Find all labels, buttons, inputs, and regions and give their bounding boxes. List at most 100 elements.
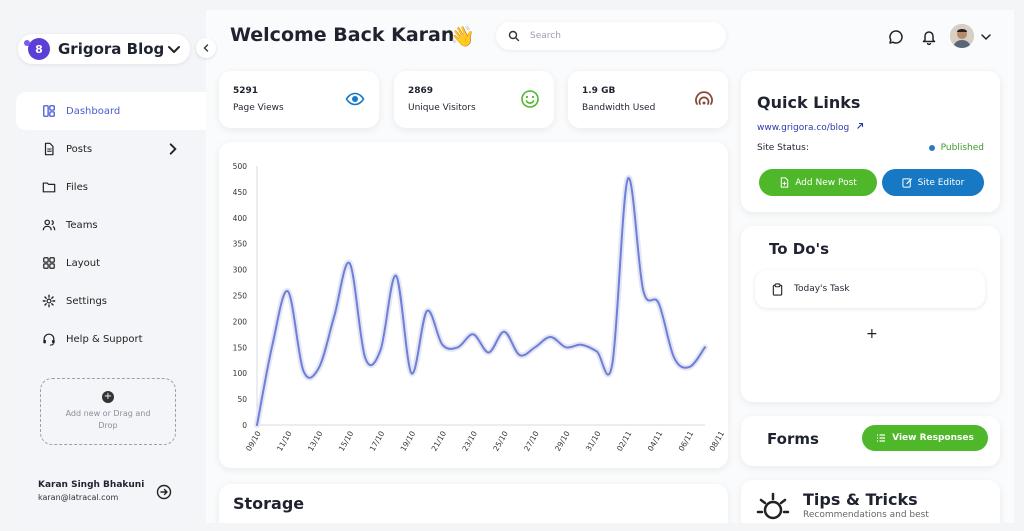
site-status-value: Published bbox=[940, 143, 984, 153]
app-window: 8 Grigora Blog Dashboard Posts Files Tea… bbox=[8, 10, 1014, 523]
brand-name: Grigora Blog bbox=[58, 40, 165, 58]
x-tick-label: 08/11 bbox=[708, 429, 727, 452]
brand-logo: 8 bbox=[24, 38, 50, 60]
x-tick-label: 23/10 bbox=[460, 429, 479, 452]
x-tick-label: 17/10 bbox=[368, 429, 387, 452]
dropzone-label: Add new or Drag and Drop bbox=[65, 409, 151, 430]
view-responses-button[interactable]: View Responses bbox=[862, 425, 988, 451]
y-tick-label: 300 bbox=[233, 266, 248, 275]
site-status-badge: Published bbox=[928, 143, 984, 153]
y-tick-label: 400 bbox=[233, 214, 248, 223]
todo-card: To Do's Today's Task + bbox=[741, 226, 1000, 402]
sidebar-item-label: Settings bbox=[66, 295, 108, 307]
quick-links-title: Quick Links bbox=[757, 93, 861, 112]
bell-icon[interactable] bbox=[921, 29, 937, 45]
chat-icon[interactable] bbox=[888, 29, 904, 45]
add-new-post-button[interactable]: Add New Post bbox=[759, 169, 877, 196]
stat-card-page-views: 5291 Page Views bbox=[219, 71, 379, 128]
forms-card: Forms View Responses bbox=[741, 416, 1000, 466]
chevron-down-icon bbox=[168, 46, 180, 53]
edit-icon bbox=[902, 178, 912, 188]
sidebar-item-help[interactable]: Help & Support bbox=[16, 320, 206, 358]
eye-icon bbox=[345, 92, 365, 106]
x-tick-label: 25/10 bbox=[491, 429, 510, 452]
wave-icon: 👋 bbox=[450, 24, 475, 48]
stat-card-bandwidth: 1.9 GB Bandwidth Used bbox=[568, 71, 728, 128]
x-tick-label: 27/10 bbox=[522, 429, 541, 452]
stat-value: 1.9 GB bbox=[582, 86, 616, 96]
view-responses-label: View Responses bbox=[892, 433, 974, 443]
x-tick-label: 04/11 bbox=[646, 429, 665, 452]
y-tick-label: 200 bbox=[233, 317, 248, 326]
stat-label: Unique Visitors bbox=[408, 103, 476, 113]
sidebar-item-teams[interactable]: Teams bbox=[16, 206, 206, 244]
sidebar-item-dashboard[interactable]: Dashboard bbox=[16, 92, 206, 130]
grid-icon bbox=[43, 257, 55, 269]
sidebar-item-posts[interactable]: Posts bbox=[16, 130, 206, 168]
y-tick-label: 250 bbox=[233, 292, 248, 301]
headset-icon bbox=[43, 333, 55, 346]
document-icon bbox=[44, 142, 54, 156]
chevron-left-icon bbox=[203, 44, 209, 52]
stat-label: Bandwidth Used bbox=[582, 103, 656, 113]
sidebar-item-label: Files bbox=[66, 181, 88, 193]
x-tick-label: 13/10 bbox=[306, 429, 325, 452]
site-editor-button[interactable]: Site Editor bbox=[882, 169, 984, 196]
x-tick-label: 19/10 bbox=[399, 429, 418, 452]
sidebar-item-settings[interactable]: Settings bbox=[16, 282, 206, 320]
dashboard-icon bbox=[43, 105, 55, 117]
add-todo-button[interactable]: + bbox=[866, 326, 878, 342]
todo-task-label: Today's Task bbox=[794, 284, 850, 294]
site-status-label: Site Status: bbox=[757, 143, 809, 153]
sidebar-item-files[interactable]: Files bbox=[16, 168, 206, 206]
chevron-down-icon[interactable] bbox=[980, 31, 992, 43]
x-tick-label: 21/10 bbox=[430, 429, 449, 452]
search-input[interactable] bbox=[530, 31, 710, 41]
x-tick-label: 09/10 bbox=[244, 429, 263, 452]
search-bar[interactable] bbox=[496, 22, 726, 50]
x-tick-label: 11/10 bbox=[275, 429, 294, 452]
line-chart: 0 50 100 150 200 250 300 350 400 450 500 09/10 11/10… bbox=[233, 162, 727, 453]
broadcast-icon bbox=[695, 91, 713, 105]
avatar[interactable] bbox=[950, 24, 974, 48]
series-line-shadow bbox=[254, 175, 708, 428]
stat-label: Page Views bbox=[233, 103, 284, 113]
sidebar: 8 Grigora Blog Dashboard Posts Files Tea… bbox=[8, 10, 206, 523]
smile-icon bbox=[521, 90, 539, 108]
add-block-dropzone[interactable]: + Add new or Drag and Drop bbox=[40, 378, 176, 445]
series-line bbox=[256, 177, 706, 426]
forms-title: Forms bbox=[767, 430, 819, 448]
page-views-chart: 0 50 100 150 200 250 300 350 400 450 500 09/10 11/10… bbox=[219, 142, 728, 468]
sidebar-nav: Dashboard Posts Files Teams Layout Setti… bbox=[16, 92, 206, 358]
gear-icon bbox=[42, 294, 56, 308]
tips-title: Tips & Tricks bbox=[803, 490, 918, 509]
search-icon bbox=[508, 30, 520, 42]
user-photo-icon bbox=[950, 24, 974, 48]
add-new-post-label: Add New Post bbox=[795, 177, 857, 188]
site-editor-label: Site Editor bbox=[917, 177, 965, 188]
y-tick-label: 100 bbox=[233, 369, 248, 378]
clipboard-icon bbox=[772, 282, 783, 296]
page-title: Welcome Back Karan bbox=[230, 24, 455, 46]
site-switcher[interactable]: 8 Grigora Blog bbox=[18, 34, 190, 64]
todo-task[interactable]: Today's Task bbox=[755, 270, 985, 308]
sidebar-item-label: Help & Support bbox=[66, 333, 143, 345]
plus-circle-icon: + bbox=[102, 391, 114, 403]
y-tick-label: 150 bbox=[233, 343, 248, 352]
stat-card-unique-visitors: 2869 Unique Visitors bbox=[394, 71, 554, 128]
users-icon bbox=[42, 219, 56, 231]
stat-value: 2869 bbox=[408, 86, 434, 96]
x-tick-label: 06/11 bbox=[677, 429, 696, 452]
tips-subtitle: Recommendations and best bbox=[803, 510, 929, 520]
y-tick-label: 0 bbox=[242, 421, 247, 430]
stat-value: 5291 bbox=[233, 86, 259, 96]
list-icon bbox=[877, 434, 886, 442]
logout-icon[interactable] bbox=[156, 484, 172, 500]
sidebar-item-layout[interactable]: Layout bbox=[16, 244, 206, 282]
x-tick-label: 29/10 bbox=[553, 429, 572, 452]
blog-url-link[interactable]: www.grigora.co/blog bbox=[757, 122, 864, 133]
external-link-icon bbox=[857, 122, 864, 129]
y-tick-label: 450 bbox=[233, 188, 248, 197]
chevron-right-icon bbox=[169, 143, 177, 155]
collapse-sidebar-button[interactable] bbox=[196, 38, 216, 58]
